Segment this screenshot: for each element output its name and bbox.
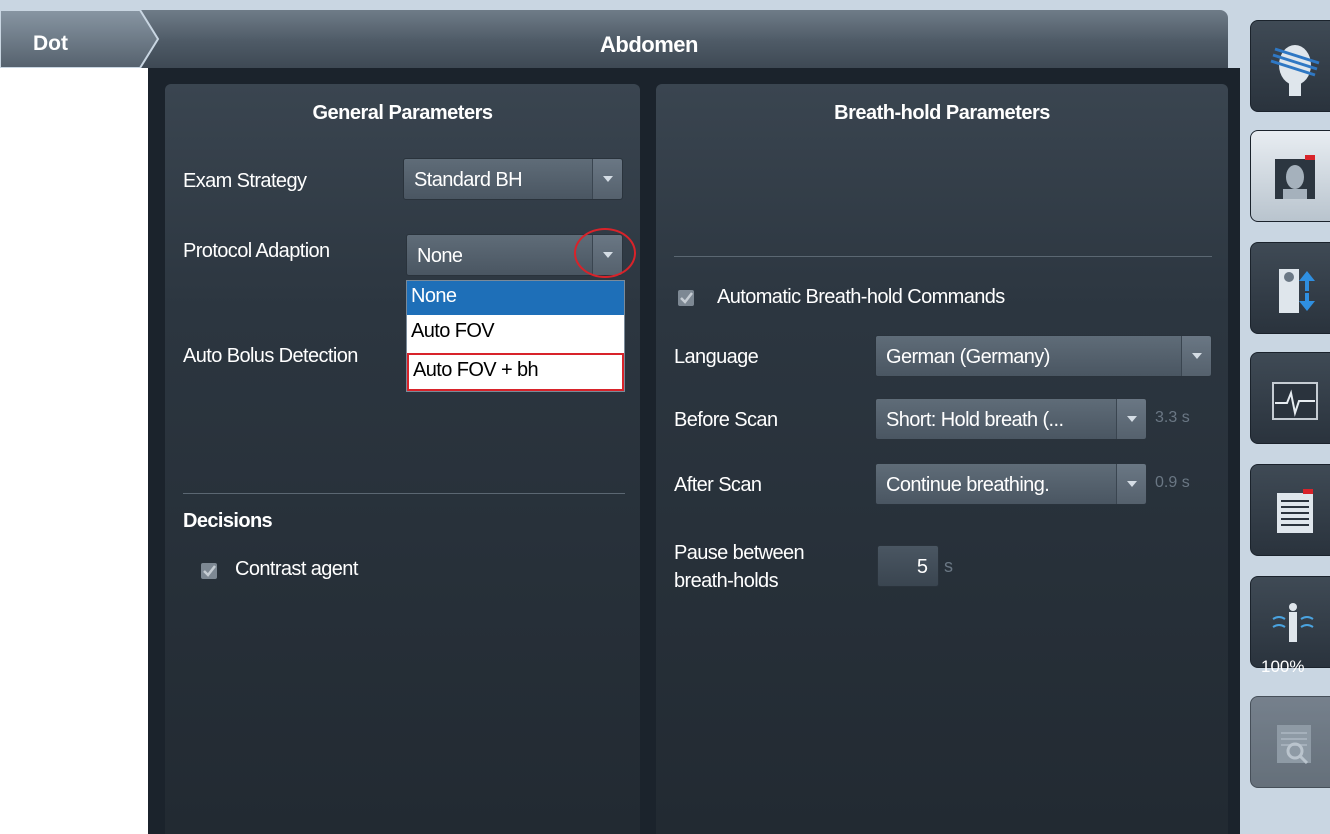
physio-signal-button[interactable] [1250,352,1330,444]
exam-strategy-value: Standard BH [414,169,522,191]
patient-position-icon [1279,269,1315,313]
after-scan-dropdown[interactable]: Continue breathing. [875,463,1147,505]
option-none[interactable]: None [407,281,624,315]
language-value: German (Germany) [886,346,1050,368]
body-coil-button[interactable] [1250,576,1330,668]
after-scan-duration: 0.9 s [1155,474,1190,491]
section-divider [183,493,625,494]
language-label: Language [674,346,759,368]
auto-commands-label: Automatic Breath-hold Commands [717,286,1005,308]
auto-commands-checkbox[interactable] [678,290,694,306]
contrast-agent-checkbox[interactable] [201,563,217,579]
after-scan-label: After Scan [674,474,762,496]
coil-percent-label: 100% [1261,657,1305,676]
chevron-down-icon[interactable] [1116,464,1146,504]
option-auto-fov[interactable]: Auto FOV [407,316,624,350]
body-coil-icon [1272,603,1314,642]
option-auto-fov-bh[interactable]: Auto FOV + bh [407,353,624,391]
patient-position-button[interactable] [1250,242,1330,334]
left-blank-area [0,68,148,834]
auto-bolus-detection-label: Auto Bolus Detection [183,345,358,367]
protocol-list-button[interactable] [1250,464,1330,556]
breadcrumb-label: Dot [33,32,68,55]
before-scan-label: Before Scan [674,409,778,431]
before-scan-dropdown[interactable]: Short: Hold breath (... [875,398,1147,440]
head-scan-button[interactable] [1250,20,1330,112]
breadcrumb-dot-tab[interactable]: Dot [0,10,160,68]
protocol-adaption-options-list: None Auto FOV Auto FOV + bh [406,280,625,392]
exam-strategy-label: Exam Strategy [183,170,307,192]
pause-input[interactable]: 5 [877,545,939,587]
breath-hold-parameters-panel: Breath-hold Parameters [656,84,1228,834]
before-scan-value: Short: Hold breath (... [886,409,1064,431]
pause-label-line2: breath-holds [674,570,779,592]
before-scan-duration: 3.3 s [1155,409,1190,426]
section-divider [674,256,1212,257]
physio-signal-icon [1272,382,1318,420]
breath-hold-parameters-title: Breath-hold Parameters [834,102,1050,124]
general-parameters-title: General Parameters [312,102,493,124]
patient-view-button[interactable] [1250,130,1330,222]
contrast-agent-label: Contrast agent [235,558,358,580]
page-title: Abdomen [600,32,698,57]
protocol-adaption-value: None [417,245,463,267]
pause-unit: s [944,556,953,576]
language-dropdown[interactable]: German (Germany) [875,335,1212,377]
exam-strategy-dropdown[interactable]: Standard BH [403,158,623,200]
after-scan-value: Continue breathing. [886,474,1050,496]
head-scan-icon [1270,45,1320,96]
pause-value: 5 [916,556,928,578]
header-bar: Abdomen [0,10,1228,68]
chevron-down-icon[interactable] [1116,399,1146,439]
chevron-down-icon[interactable] [592,159,622,199]
image-search-icon [1277,725,1311,765]
protocol-list-icon [1277,489,1313,533]
image-search-button[interactable] [1250,696,1330,788]
pause-label-line1: Pause between [674,542,805,564]
patient-view-icon [1275,155,1315,199]
protocol-adaption-label: Protocol Adaption [183,240,330,262]
chevron-down-icon[interactable] [1181,336,1211,376]
app-window: Abdomen Dot General Parameters Exam Stra… [0,0,1330,834]
annotation-circle [574,228,636,278]
decisions-heading: Decisions [183,510,273,532]
